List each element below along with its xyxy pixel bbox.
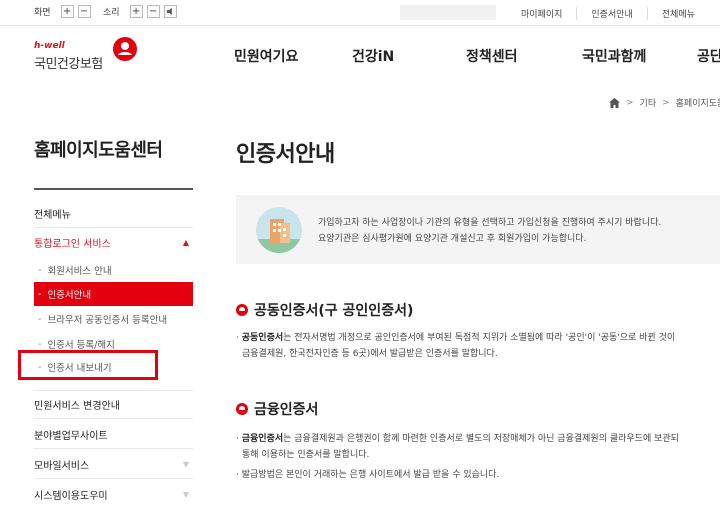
nav-health-in[interactable]: 건강iN [352, 46, 394, 66]
sidebar-sub-member-service[interactable]: - 회원서비스 안내 [34, 258, 193, 282]
section-title-joint-cert: 공동인증서(구 공인인증서) [236, 300, 413, 320]
page-title: 인증서안내 [236, 142, 335, 167]
all-menu-link[interactable]: 전체메뉴 [646, 7, 709, 20]
sidebar-item-civil-change[interactable]: 민원서비스 변경안내 [34, 390, 193, 419]
screen-zoom-label: 화면 [34, 8, 51, 18]
screen-zoom-out-button[interactable]: − [77, 5, 91, 18]
sound-control: 소리 + − [103, 5, 177, 18]
chevron-right-icon: > [662, 97, 670, 108]
sidebar-item-label: 분야별업무사이트 [34, 430, 108, 442]
screen-zoom-in-button[interactable]: + [60, 5, 74, 18]
nav-policy-center[interactable]: 정책센터 [466, 46, 518, 66]
section-title-text: 금융인증서 [254, 402, 319, 418]
logo-name: 국민건강보험 [34, 57, 103, 72]
sidebar-sub-browser-cert-register[interactable]: - 브라우저 공동인증서 등록안내 [34, 307, 193, 331]
breadcrumb-help[interactable]: 홈페이지도움 [676, 96, 720, 109]
utility-links: 마이페이지 인증서안내 전체메뉴 [507, 7, 709, 20]
nhis-logo[interactable]: h-well 국민건강보험 [34, 36, 144, 76]
logo-tagline: h-well [34, 41, 65, 51]
sidebar-item-label: 전체메뉴 [34, 209, 71, 221]
section2-text-3: 발급방법은 본인이 거래하는 은행 사이트에서 발급 받을 수 있습니다. [241, 470, 500, 480]
term-finance-cert: 금융인증서 [241, 434, 284, 444]
volume-down-button[interactable]: − [146, 5, 160, 18]
section2-text-1: 는 금융결제원과 은행권이 함께 마련한 인증서로 별도의 저장매체가 아닌 금… [283, 434, 679, 444]
info-box: 가입하고자 하는 사업장이나 기관의 유형을 선택하고 가입신청을 진행하여 주… [236, 195, 720, 264]
speech-bubble-icon [236, 403, 248, 415]
sidebar-item-mobile-service[interactable]: 모바일서비스 ▼ [34, 450, 193, 479]
sidebar-item-label: 통합로그인 서비스 [34, 239, 111, 250]
sidebar-sub-label: 인증서 등록/해지 [47, 340, 115, 351]
sidebar-sub-label: 브라우저 공동인증서 등록안내 [47, 315, 168, 326]
nav-civil-service[interactable]: 민원여기요 [234, 46, 298, 66]
section-title-text: 공동인증서(구 공인인증서) [254, 303, 414, 319]
sidebar-item-all-menu[interactable]: 전체메뉴 [34, 199, 193, 228]
logo-mark-icon [113, 37, 137, 61]
sidebar-item-field-sites[interactable]: 분야별업무사이트 [34, 420, 193, 449]
chevron-right-icon: > [626, 97, 634, 108]
sidebar-divider [34, 188, 193, 190]
section1-text-2: 금융결제원, 한국전자인증 등 6곳)에서 발급받은 인증서를 말합니다. [242, 349, 498, 359]
triangle-down-icon: ▼ [182, 490, 189, 499]
section-title-finance-cert: 금융인증서 [236, 399, 318, 419]
speech-bubble-icon [236, 304, 248, 316]
dash-icon: - [38, 338, 42, 350]
sidebar-item-system-help[interactable]: 시스템이용도우미 ▼ [34, 480, 193, 509]
sidebar-item-label: 모바일서비스 [34, 460, 90, 472]
highlight-box [18, 350, 158, 380]
nav-corporation[interactable]: 공단 [697, 46, 720, 66]
section1-text-1: 는 전자서명법 개정으로 공인인증서에 부여된 독점적 지위가 소멸됨에 따라 … [283, 333, 676, 343]
certificate-guide-link[interactable]: 인증서안내 [576, 7, 646, 20]
sidebar-sub-label: 회원서비스 안내 [47, 266, 112, 277]
sidebar-sub-label: 인증서안내 [47, 290, 92, 301]
sidebar-item-label: 민원서비스 변경안내 [34, 401, 120, 412]
speaker-icon[interactable] [163, 5, 177, 18]
section2-paragraph: · 금융인증서는 금융결제원과 은행권이 함께 마련한 인증서로 별도의 저장매… [236, 434, 679, 480]
volume-up-button[interactable]: + [129, 5, 143, 18]
mypage-link[interactable]: 마이페이지 [507, 7, 576, 20]
breadcrumb: > 기타 > 홈페이지도움 [609, 96, 720, 109]
dash-icon: - [38, 313, 42, 325]
triangle-down-icon: ▼ [182, 459, 189, 469]
triangle-up-icon: ▲ [182, 238, 189, 247]
sidebar-item-login-services[interactable]: 통합로그인 서비스 ▲ [34, 228, 193, 257]
sidebar-title: 홈페이지도움센터 [34, 140, 163, 161]
nav-with-citizens[interactable]: 국민과함께 [582, 46, 646, 66]
info-text-2: 요양기관은 심사평가원에 요양기관 개설신고 후 회원가입이 가능합니다. [318, 234, 587, 244]
dash-icon: - [38, 288, 42, 300]
sidebar-sub-certificate-guide[interactable]: - 인증서안내 [34, 282, 193, 306]
sound-label: 소리 [103, 8, 120, 18]
dash-icon: - [38, 264, 42, 276]
building-icon [256, 207, 302, 253]
breadcrumb-etc[interactable]: 기타 [640, 96, 657, 109]
term-joint-cert: 공동인증서 [241, 333, 284, 343]
screen-zoom-control: 화면 + − [34, 5, 91, 18]
home-icon[interactable] [609, 97, 620, 108]
sidebar-item-label: 시스템이용도우미 [34, 491, 108, 502]
section2-text-2: 통해 이용하는 인증서를 말합니다. [242, 450, 370, 460]
section1-paragraph: · 공동인증서는 전자서명법 개정으로 공인인증서에 부여된 독점적 지위가 소… [236, 330, 675, 362]
info-text-1: 가입하고자 하는 사업장이나 기관의 유형을 선택하고 가입신청을 진행하여 주… [318, 218, 662, 228]
blurred-user-area [400, 5, 496, 20]
utility-bar: 화면 + − 소리 + − 마이페이지 인증서안내 전체메뉴 [0, 0, 720, 26]
